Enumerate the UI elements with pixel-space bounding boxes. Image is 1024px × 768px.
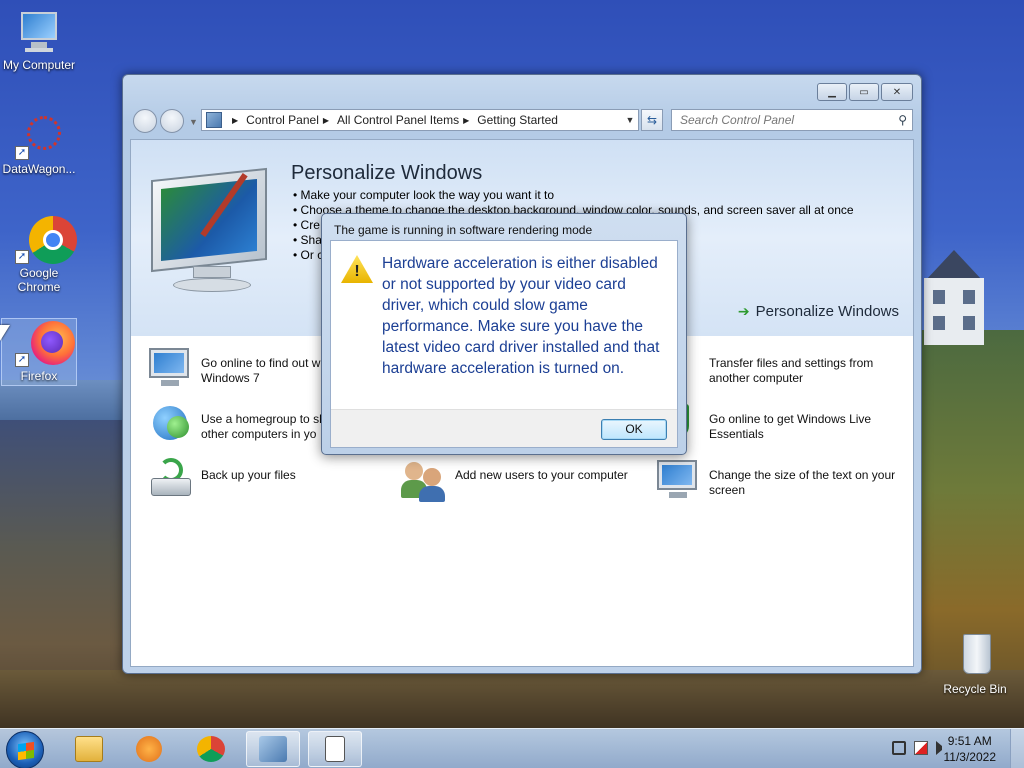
refresh-button[interactable]: ⇆ — [641, 109, 663, 131]
personalize-windows-link[interactable]: ➔ Personalize Windows — [738, 303, 899, 320]
personalize-monitor-icon — [151, 167, 269, 294]
dialog-message: Hardware acceleration is either disabled… — [382, 255, 660, 377]
users-icon — [401, 456, 447, 502]
desktop-icon-recycle-bin[interactable]: Recycle Bin — [937, 632, 1013, 696]
firefox-icon: ➚ — [15, 319, 75, 367]
task-label[interactable]: Add new users to your computer — [455, 456, 628, 483]
mouse-cursor-icon — [0, 325, 10, 341]
search-icon[interactable]: ⚲ — [898, 113, 907, 127]
task-windows-live[interactable]: Go online to get Windows Live Essentials — [655, 400, 905, 446]
taskbar: 9:51 AM 11/3/2022 — [0, 728, 1024, 768]
task-add-users[interactable]: Add new users to your computer — [401, 456, 651, 502]
task-label[interactable]: Back up your files — [201, 456, 296, 483]
clock-time: 9:51 AM — [947, 734, 992, 748]
chevron-right-icon[interactable]: ▶ — [323, 116, 329, 125]
network-icon[interactable] — [892, 741, 906, 755]
recent-pages-dropdown[interactable]: ▼ — [189, 117, 198, 127]
green-arrow-icon: ➔ — [737, 303, 750, 319]
show-desktop-button[interactable] — [1010, 729, 1024, 768]
task-label[interactable]: Change the size of the text on your scre… — [709, 456, 905, 498]
start-button[interactable] — [6, 731, 44, 768]
exclamation-icon: ! — [354, 263, 360, 280]
shortcut-arrow-icon: ➚ — [15, 146, 29, 160]
desktop-icon-label: Recycle Bin — [943, 682, 1007, 696]
task-label[interactable]: Use a homegroup to sh other computers in… — [201, 400, 326, 442]
forward-button[interactable] — [160, 109, 184, 133]
desktop-icon-label: DataWagon... — [2, 162, 76, 176]
folder-icon — [75, 736, 103, 762]
shortcut-arrow-icon: ➚ — [15, 353, 29, 367]
banner-title: Personalize Windows — [291, 162, 483, 184]
control-panel-icon — [206, 112, 222, 128]
taskbar-media-player[interactable] — [122, 731, 176, 767]
dialog-footer: OK — [331, 409, 677, 447]
task-label[interactable]: Go online to find out w Windows 7 — [201, 344, 320, 386]
action-center-flag-icon[interactable] — [914, 741, 928, 755]
dialog-body: ! Hardware acceleration is either disabl… — [330, 240, 678, 448]
recycle-bin-icon — [951, 632, 999, 680]
wallpaper-house — [919, 250, 989, 345]
desktop-icon-firefox[interactable]: ➚ Firefox — [1, 318, 77, 386]
media-player-icon — [136, 736, 162, 762]
backup-icon — [147, 456, 193, 502]
dialog-message-area: ! Hardware acceleration is either disabl… — [331, 241, 677, 409]
ok-button[interactable]: OK — [601, 419, 667, 440]
minimize-button[interactable]: ▁ — [817, 83, 847, 101]
task-backup[interactable]: Back up your files — [147, 456, 397, 502]
clock[interactable]: 9:51 AM 11/3/2022 — [944, 733, 997, 765]
taskbar-chrome[interactable] — [184, 731, 238, 767]
chrome-icon — [197, 736, 225, 762]
task-transfer-files[interactable]: Transfer files and settings from another… — [655, 344, 905, 390]
search-input[interactable]: Search Control Panel ⚲ — [671, 109, 913, 131]
close-button[interactable]: ✕ — [881, 83, 913, 101]
windows-monitor-icon — [147, 344, 193, 390]
breadcrumb-all-items[interactable]: All Control Panel Items — [337, 113, 459, 127]
dialog-title: The game is running in software renderin… — [334, 223, 593, 237]
taskbar-explorer[interactable] — [62, 731, 116, 767]
desktop-icon-datawagon[interactable]: ➚ DataWagon... — [1, 112, 77, 176]
windows-logo-icon — [18, 741, 34, 761]
taskbar-control-panel[interactable] — [246, 731, 300, 767]
chrome-icon: ➚ — [15, 216, 77, 264]
task-label[interactable]: Transfer files and settings from another… — [709, 344, 905, 386]
address-bar[interactable]: ▶ Control Panel ▶ All Control Panel Item… — [201, 109, 639, 131]
datawagon-icon: ➚ — [15, 112, 63, 160]
software-rendering-dialog[interactable]: The game is running in software renderin… — [321, 213, 687, 455]
navigation-bar: ▼ ▶ Control Panel ▶ All Control Panel It… — [131, 107, 913, 133]
task-label[interactable]: Go online to get Windows Live Essentials — [709, 400, 905, 442]
desktop-icon-label: Google Chrome — [17, 266, 61, 294]
banner-bullet: • Make your computer look the way you wa… — [293, 188, 554, 202]
text-size-monitor-icon — [655, 456, 701, 502]
shortcut-arrow-icon: ➚ — [15, 250, 29, 264]
desktop-icon-google-chrome[interactable]: ➚ Google Chrome — [1, 216, 77, 294]
wallpaper-ground — [0, 670, 1024, 730]
system-tray — [892, 741, 946, 755]
taskbar-solitaire[interactable] — [308, 731, 362, 767]
search-placeholder: Search Control Panel — [680, 113, 795, 127]
homegroup-icon — [147, 400, 193, 446]
chevron-right-icon[interactable]: ▶ — [463, 116, 469, 125]
control-panel-icon — [259, 736, 287, 762]
task-text-size[interactable]: Change the size of the text on your scre… — [655, 456, 905, 502]
window-controls: ▁ ▭ ✕ — [817, 83, 913, 101]
breadcrumb-getting-started[interactable]: Getting Started — [477, 113, 558, 127]
clock-date: 11/3/2022 — [943, 750, 997, 764]
chevron-right-icon[interactable]: ▶ — [232, 116, 238, 125]
address-dropdown-icon[interactable]: ▼ — [622, 115, 638, 125]
desktop-icon-my-computer[interactable]: My Computer — [1, 8, 77, 72]
maximize-button[interactable]: ▭ — [849, 83, 879, 101]
computer-icon — [15, 8, 63, 56]
desktop-icon-label: My Computer — [2, 58, 76, 72]
desktop-icon-label: Firefox — [20, 369, 58, 383]
cards-icon — [325, 736, 345, 762]
breadcrumb-control-panel[interactable]: Control Panel — [246, 113, 319, 127]
back-button[interactable] — [133, 109, 157, 133]
personalize-link-label[interactable]: Personalize Windows — [756, 303, 899, 320]
